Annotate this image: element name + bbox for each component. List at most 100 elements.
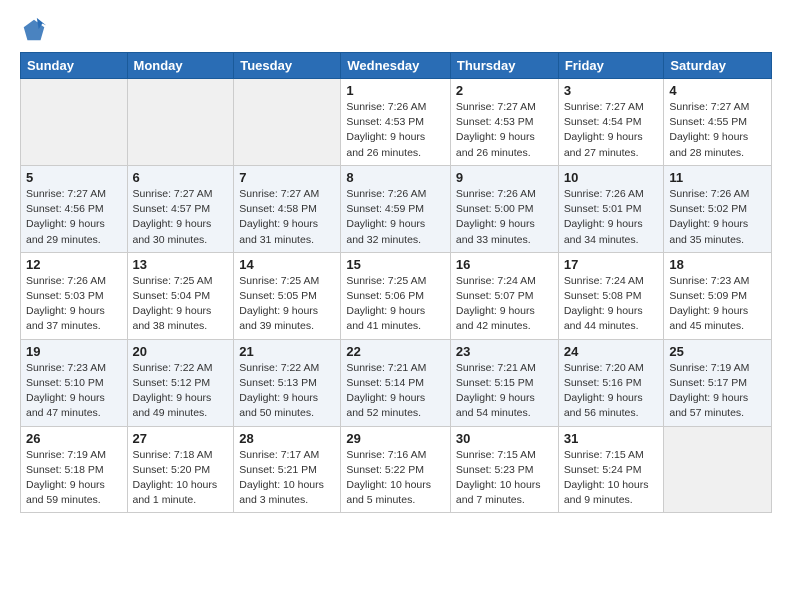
calendar-cell: 13 Sunrise: 7:25 AMSunset: 5:04 PMDayligh… <box>127 252 234 339</box>
calendar-cell: 12 Sunrise: 7:26 AMSunset: 5:03 PMDayligh… <box>21 252 128 339</box>
header <box>20 16 772 44</box>
cell-content: Sunrise: 7:21 AMSunset: 5:15 PMDaylight:… <box>456 361 553 422</box>
day-number: 15 <box>346 257 445 272</box>
day-number: 21 <box>239 344 335 359</box>
cell-content: Sunrise: 7:23 AMSunset: 5:09 PMDaylight:… <box>669 274 766 335</box>
calendar-cell: 17Sunrise: 7:24 AMSunset: 5:08 PMDayligh… <box>558 252 664 339</box>
weekday-header-row: SundayMondayTuesdayWednesdayThursdayFrid… <box>21 53 772 79</box>
day-number: 9 <box>456 170 553 185</box>
day-number: 22 <box>346 344 445 359</box>
cell-content: Sunrise: 7:20 AMSunset: 5:16 PMDaylight:… <box>564 361 659 422</box>
day-number: 2 <box>456 83 553 98</box>
weekday-friday: Friday <box>558 53 664 79</box>
calendar-table: SundayMondayTuesdayWednesdayThursdayFrid… <box>20 52 772 513</box>
cell-content: Sunrise: 7:26 AMSunset: 5:02 PMDaylight:… <box>669 187 766 248</box>
calendar-cell: 21 Sunrise: 7:22 AMSunset: 5:13 PMDayligh… <box>234 339 341 426</box>
page: SundayMondayTuesdayWednesdayThursdayFrid… <box>0 0 792 529</box>
day-number: 14 <box>239 257 335 272</box>
calendar-cell: 30Sunrise: 7:15 AMSunset: 5:23 PMDayligh… <box>450 426 558 513</box>
calendar-cell: 24 Sunrise: 7:20 AMSunset: 5:16 PMDayligh… <box>558 339 664 426</box>
calendar-cell: 11Sunrise: 7:26 AMSunset: 5:02 PMDayligh… <box>664 165 772 252</box>
day-number: 3 <box>564 83 659 98</box>
day-number: 8 <box>346 170 445 185</box>
calendar-cell: 10 Sunrise: 7:26 AMSunset: 5:01 PMDayligh… <box>558 165 664 252</box>
weekday-thursday: Thursday <box>450 53 558 79</box>
calendar-cell: 19Sunrise: 7:23 AMSunset: 5:10 PMDayligh… <box>21 339 128 426</box>
calendar-cell: 31 Sunrise: 7:15 AMSunset: 5:24 PMDayligh… <box>558 426 664 513</box>
cell-content: Sunrise: 7:26 AMSunset: 5:03 PMDaylight:… <box>26 274 122 335</box>
cell-content: Sunrise: 7:19 AMSunset: 5:17 PMDaylight:… <box>669 361 766 422</box>
calendar-cell: 25 Sunrise: 7:19 AMSunset: 5:17 PMDayligh… <box>664 339 772 426</box>
calendar-cell <box>664 426 772 513</box>
calendar-cell: 14Sunrise: 7:25 AMSunset: 5:05 PMDayligh… <box>234 252 341 339</box>
logo-icon <box>20 16 48 44</box>
calendar-cell: 7 Sunrise: 7:27 AMSunset: 4:58 PMDaylight… <box>234 165 341 252</box>
day-number: 4 <box>669 83 766 98</box>
cell-content: Sunrise: 7:27 AMSunset: 4:56 PMDaylight:… <box>26 187 122 248</box>
day-number: 25 <box>669 344 766 359</box>
calendar-cell: 4 Sunrise: 7:27 AMSunset: 4:55 PMDaylight… <box>664 79 772 166</box>
calendar-cell: 29 Sunrise: 7:16 AMSunset: 5:22 PMDayligh… <box>341 426 451 513</box>
day-number: 12 <box>26 257 122 272</box>
cell-content: Sunrise: 7:27 AMSunset: 4:55 PMDaylight:… <box>669 100 766 161</box>
day-number: 1 <box>346 83 445 98</box>
day-number: 19 <box>26 344 122 359</box>
day-number: 27 <box>133 431 229 446</box>
cell-content: Sunrise: 7:15 AMSunset: 5:24 PMDaylight:… <box>564 448 659 509</box>
cell-content: Sunrise: 7:24 AMSunset: 5:07 PMDaylight:… <box>456 274 553 335</box>
cell-content: Sunrise: 7:25 AMSunset: 5:06 PMDaylight:… <box>346 274 445 335</box>
day-number: 29 <box>346 431 445 446</box>
calendar-cell: 16 Sunrise: 7:24 AMSunset: 5:07 PMDayligh… <box>450 252 558 339</box>
calendar-cell: 8Sunrise: 7:26 AMSunset: 4:59 PMDaylight… <box>341 165 451 252</box>
cell-content: Sunrise: 7:24 AMSunset: 5:08 PMDaylight:… <box>564 274 659 335</box>
calendar-cell: 5 Sunrise: 7:27 AMSunset: 4:56 PMDaylight… <box>21 165 128 252</box>
calendar-cell: 22 Sunrise: 7:21 AMSunset: 5:14 PMDayligh… <box>341 339 451 426</box>
cell-content: Sunrise: 7:27 AMSunset: 4:54 PMDaylight:… <box>564 100 659 161</box>
calendar-cell: 15 Sunrise: 7:25 AMSunset: 5:06 PMDayligh… <box>341 252 451 339</box>
cell-content: Sunrise: 7:27 AMSunset: 4:57 PMDaylight:… <box>133 187 229 248</box>
weekday-saturday: Saturday <box>664 53 772 79</box>
day-number: 20 <box>133 344 229 359</box>
week-row-4: 19Sunrise: 7:23 AMSunset: 5:10 PMDayligh… <box>21 339 772 426</box>
calendar-cell: 28 Sunrise: 7:17 AMSunset: 5:21 PMDayligh… <box>234 426 341 513</box>
day-number: 5 <box>26 170 122 185</box>
cell-content: Sunrise: 7:18 AMSunset: 5:20 PMDaylight:… <box>133 448 229 509</box>
day-number: 31 <box>564 431 659 446</box>
calendar-cell: 27 Sunrise: 7:18 AMSunset: 5:20 PMDayligh… <box>127 426 234 513</box>
week-row-1: 1Sunrise: 7:26 AMSunset: 4:53 PMDaylight… <box>21 79 772 166</box>
cell-content: Sunrise: 7:21 AMSunset: 5:14 PMDaylight:… <box>346 361 445 422</box>
cell-content: Sunrise: 7:15 AMSunset: 5:23 PMDaylight:… <box>456 448 553 509</box>
calendar-cell: 20 Sunrise: 7:22 AMSunset: 5:12 PMDayligh… <box>127 339 234 426</box>
calendar-cell <box>127 79 234 166</box>
cell-content: Sunrise: 7:27 AMSunset: 4:53 PMDaylight:… <box>456 100 553 161</box>
calendar-cell: 9Sunrise: 7:26 AMSunset: 5:00 PMDaylight… <box>450 165 558 252</box>
cell-content: Sunrise: 7:19 AMSunset: 5:18 PMDaylight:… <box>26 448 122 509</box>
cell-content: Sunrise: 7:22 AMSunset: 5:13 PMDaylight:… <box>239 361 335 422</box>
week-row-3: 12 Sunrise: 7:26 AMSunset: 5:03 PMDayligh… <box>21 252 772 339</box>
cell-content: Sunrise: 7:26 AMSunset: 5:01 PMDaylight:… <box>564 187 659 248</box>
day-number: 13 <box>133 257 229 272</box>
day-number: 18 <box>669 257 766 272</box>
cell-content: Sunrise: 7:16 AMSunset: 5:22 PMDaylight:… <box>346 448 445 509</box>
day-number: 7 <box>239 170 335 185</box>
calendar-cell: 23 Sunrise: 7:21 AMSunset: 5:15 PMDayligh… <box>450 339 558 426</box>
weekday-monday: Monday <box>127 53 234 79</box>
weekday-tuesday: Tuesday <box>234 53 341 79</box>
day-number: 28 <box>239 431 335 446</box>
calendar-cell: 6 Sunrise: 7:27 AMSunset: 4:57 PMDaylight… <box>127 165 234 252</box>
day-number: 6 <box>133 170 229 185</box>
day-number: 24 <box>564 344 659 359</box>
cell-content: Sunrise: 7:17 AMSunset: 5:21 PMDaylight:… <box>239 448 335 509</box>
calendar-cell: 2 Sunrise: 7:27 AMSunset: 4:53 PMDaylight… <box>450 79 558 166</box>
calendar-cell: 26 Sunrise: 7:19 AMSunset: 5:18 PMDayligh… <box>21 426 128 513</box>
cell-content: Sunrise: 7:25 AMSunset: 5:04 PMDaylight:… <box>133 274 229 335</box>
cell-content: Sunrise: 7:27 AMSunset: 4:58 PMDaylight:… <box>239 187 335 248</box>
day-number: 16 <box>456 257 553 272</box>
cell-content: Sunrise: 7:22 AMSunset: 5:12 PMDaylight:… <box>133 361 229 422</box>
day-number: 23 <box>456 344 553 359</box>
logo <box>20 16 52 44</box>
calendar-cell <box>234 79 341 166</box>
day-number: 10 <box>564 170 659 185</box>
day-number: 26 <box>26 431 122 446</box>
weekday-sunday: Sunday <box>21 53 128 79</box>
